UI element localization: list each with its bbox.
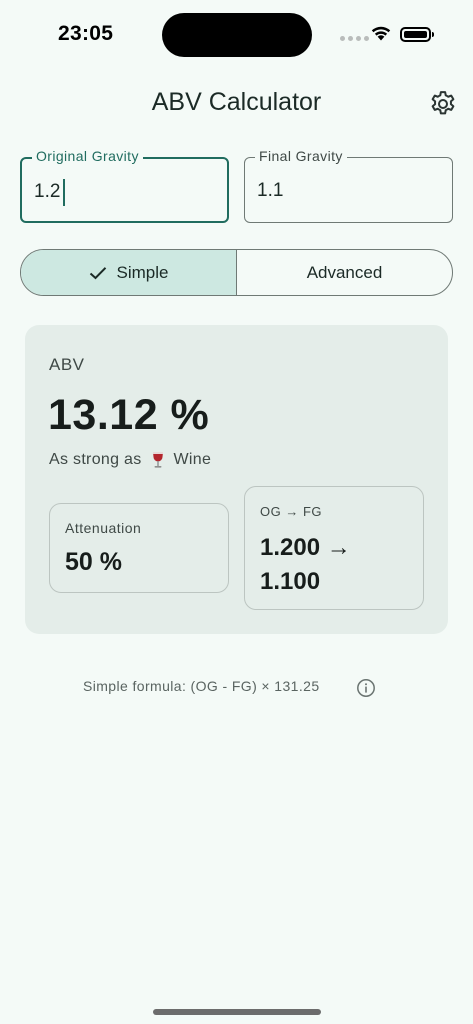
- strength-comparison: As strong as Wine: [49, 451, 211, 469]
- gear-icon[interactable]: [428, 89, 458, 119]
- result-card: ABV 13.12 % As strong as Wine Attenuatio…: [25, 325, 448, 634]
- text-cursor: [63, 179, 65, 206]
- final-gravity-field[interactable]: Final Gravity: [244, 148, 453, 223]
- gravity-change-tile: OG → FG 1.200 → 1.100: [244, 486, 424, 610]
- wifi-icon: [371, 26, 391, 41]
- original-gravity-label: Original Gravity: [32, 148, 143, 164]
- cellular-signal-icon: [340, 36, 369, 41]
- strength-name: Wine: [173, 451, 212, 468]
- attenuation-value: 50 %: [65, 548, 122, 576]
- final-gravity-label: Final Gravity: [255, 148, 347, 164]
- mode-simple-button[interactable]: Simple: [21, 250, 237, 295]
- home-indicator[interactable]: [153, 1009, 321, 1015]
- battery-icon: [400, 27, 434, 42]
- dynamic-island: [162, 13, 312, 57]
- original-gravity-field[interactable]: Original Gravity: [20, 148, 229, 223]
- mode-toggle: Simple Advanced: [20, 249, 453, 296]
- page-title: ABV Calculator: [151, 88, 322, 116]
- gravity-change-label: OG → FG: [260, 504, 322, 519]
- gravity-change-value: 1.200 → 1.100: [260, 534, 351, 595]
- strength-prefix: As strong as: [49, 451, 142, 468]
- abv-value: 13.12 %: [48, 391, 210, 439]
- formula-text: Simple formula: (OG - FG) × 131.25: [83, 678, 320, 694]
- info-icon[interactable]: [356, 678, 376, 698]
- attenuation-label: Attenuation: [65, 520, 142, 536]
- mode-simple-label: Simple: [116, 262, 169, 282]
- mode-advanced-label: Advanced: [306, 262, 383, 282]
- attenuation-tile: Attenuation 50 %: [49, 503, 229, 593]
- final-gravity-input[interactable]: [257, 176, 437, 206]
- original-gravity-input[interactable]: [34, 177, 214, 207]
- wine-glass-icon: [152, 452, 163, 468]
- status-time: 23:05: [58, 22, 114, 45]
- mode-advanced-button[interactable]: Advanced: [237, 250, 452, 295]
- status-bar: 23:05: [0, 0, 473, 70]
- abv-label: ABV: [49, 355, 85, 374]
- check-icon: [89, 266, 106, 279]
